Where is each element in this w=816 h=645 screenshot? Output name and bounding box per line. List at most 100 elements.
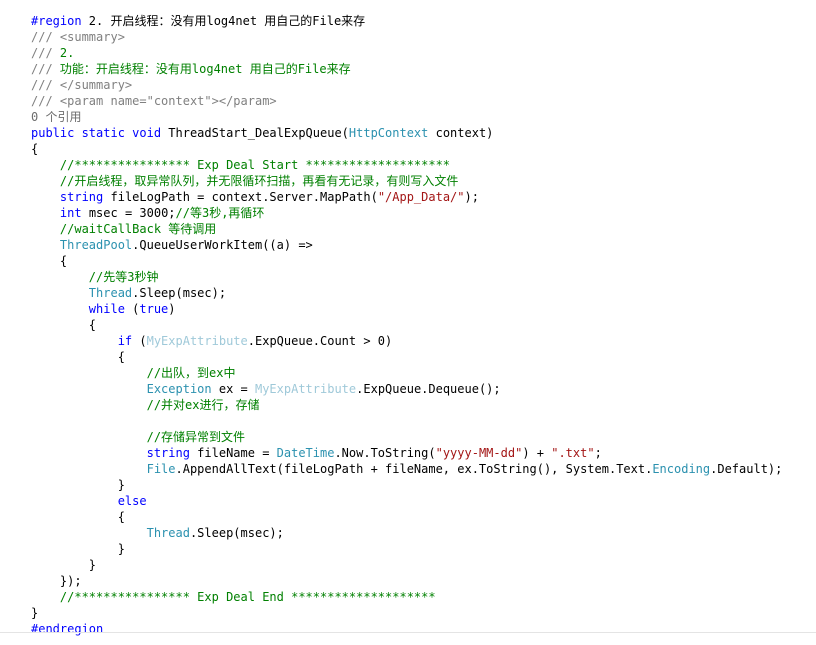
code-token: DateTime [276, 446, 335, 460]
region-end-divider [0, 632, 816, 633]
code-line[interactable]: } [31, 605, 38, 621]
code-line[interactable]: } [31, 557, 96, 573]
code-line[interactable]: } [31, 477, 125, 493]
code-token: .QueueUserWorkItem((a) => [132, 238, 313, 252]
code-line[interactable]: //开启线程，取异常队列，并无限循环扫描，再看有无记录，有则写入文件 [31, 173, 458, 189]
code-line[interactable]: }); [31, 573, 82, 589]
code-token: /// <summary> [31, 30, 125, 44]
code-line[interactable]: Thread.Sleep(msec); [31, 525, 284, 541]
code-line[interactable]: { [31, 141, 38, 157]
code-line[interactable]: //先等3秒钟 [31, 269, 159, 285]
code-token: { [31, 254, 68, 268]
code-token: context) [428, 126, 494, 140]
code-line[interactable]: public static void ThreadStart_DealExpQu… [31, 125, 493, 141]
code-token: true [139, 302, 169, 316]
code-token: } [31, 542, 125, 556]
code-token: Thread [146, 526, 190, 540]
code-line[interactable]: #endregion [31, 621, 103, 637]
code-token: .AppendAllText(fileLogPath + fileName, e… [175, 462, 653, 476]
code-line[interactable]: /// 功能：开启线程：没有用log4net 用自己的File来存 [31, 61, 351, 77]
code-line[interactable]: 0 个引用 [31, 109, 81, 125]
code-token: /// </summary> [31, 78, 133, 92]
code-line[interactable]: //出队，到ex中 [31, 365, 236, 381]
code-line[interactable]: /// <summary> [31, 29, 125, 45]
code-token: ) + [522, 446, 552, 460]
code-line[interactable]: { [31, 317, 96, 333]
code-token: public static void [31, 126, 162, 140]
code-line[interactable]: if (MyExpAttribute.ExpQueue.Count > 0) [31, 333, 393, 349]
code-line[interactable]: int msec = 3000;//等3秒,再循环 [31, 205, 265, 221]
code-token: MyExpAttribute [254, 382, 357, 396]
code-line[interactable]: ThreadPool.QueueUserWorkItem((a) => [31, 237, 313, 253]
code-line[interactable]: /// </summary> [31, 77, 132, 93]
code-token: } [31, 558, 97, 572]
code-line[interactable]: string fileName = DateTime.Now.ToString(… [31, 445, 602, 461]
code-token: ) [168, 302, 176, 316]
code-line[interactable]: /// 2. [31, 45, 74, 61]
code-line[interactable]: string fileLogPath = context.Server.MapP… [31, 189, 479, 205]
code-line[interactable]: //存储异常到文件 [31, 429, 245, 445]
code-line[interactable]: else [31, 493, 147, 509]
code-token: ( [124, 302, 140, 316]
code-token: .Sleep(msec); [132, 286, 227, 300]
code-token: } [31, 478, 125, 492]
code-line[interactable]: while (true) [31, 301, 176, 317]
code-token: //waitCallBack 等待调用 [59, 222, 217, 236]
code-token: msec = 3000; [81, 206, 176, 220]
code-token: else [117, 494, 147, 508]
code-token: .Now.ToString( [334, 446, 436, 460]
code-line[interactable]: /// <param name="context"></param> [31, 93, 277, 109]
code-line[interactable]: //**************** Exp Deal Start ******… [31, 157, 450, 173]
code-line[interactable]: Exception ex = MyExpAttribute.ExpQueue.D… [31, 381, 501, 397]
code-token: { [31, 318, 97, 332]
code-token: fileName = [189, 446, 277, 460]
code-token: ; [594, 446, 602, 460]
code-token: //并对ex进行，存储 [146, 398, 260, 412]
code-line[interactable]: { [31, 509, 125, 525]
reference-count-codelens[interactable]: 0 个引用 [31, 110, 81, 124]
code-line[interactable]: #region 2. 开启线程：没有用log4net 用自己的File来存 [31, 13, 365, 29]
code-token: /// [31, 46, 60, 60]
code-token: { [31, 142, 39, 156]
code-line[interactable]: //waitCallBack 等待调用 [31, 221, 216, 237]
code-token: Exception [146, 382, 212, 396]
code-token: .Default); [710, 462, 783, 476]
code-line[interactable]: { [31, 349, 125, 365]
code-token: .ExpQueue.Dequeue(); [356, 382, 501, 396]
code-token: //**************** Exp Deal Start ******… [59, 158, 451, 172]
code-token: "yyyy-MM-dd" [435, 446, 523, 460]
code-line[interactable]: File.AppendAllText(fileLogPath + fileNam… [31, 461, 783, 477]
code-token: { [31, 350, 125, 364]
code-line[interactable]: //**************** Exp Deal End ********… [31, 589, 436, 605]
code-token: File [146, 462, 176, 476]
code-token: fileLogPath = context.Server.MapPath( [103, 190, 378, 204]
code-token: //出队，到ex中 [146, 366, 236, 380]
code-token: .Sleep(msec); [189, 526, 284, 540]
code-token: } [31, 606, 39, 620]
code-line[interactable]: //并对ex进行，存储 [31, 397, 260, 413]
code-token: 功能：开启线程：没有用log4net 用自己的File来存 [59, 62, 351, 76]
code-line[interactable]: Thread.Sleep(msec); [31, 285, 226, 301]
code-token: string [59, 190, 104, 204]
code-token: "/App_Data/" [377, 190, 465, 204]
code-token: }); [31, 574, 82, 588]
code-line[interactable]: { [31, 253, 67, 269]
code-editor[interactable]: #region 2. 开启线程：没有用log4net 用自己的File来存///… [0, 0, 816, 645]
code-line[interactable]: } [31, 541, 125, 557]
code-token: Thread [88, 286, 133, 300]
